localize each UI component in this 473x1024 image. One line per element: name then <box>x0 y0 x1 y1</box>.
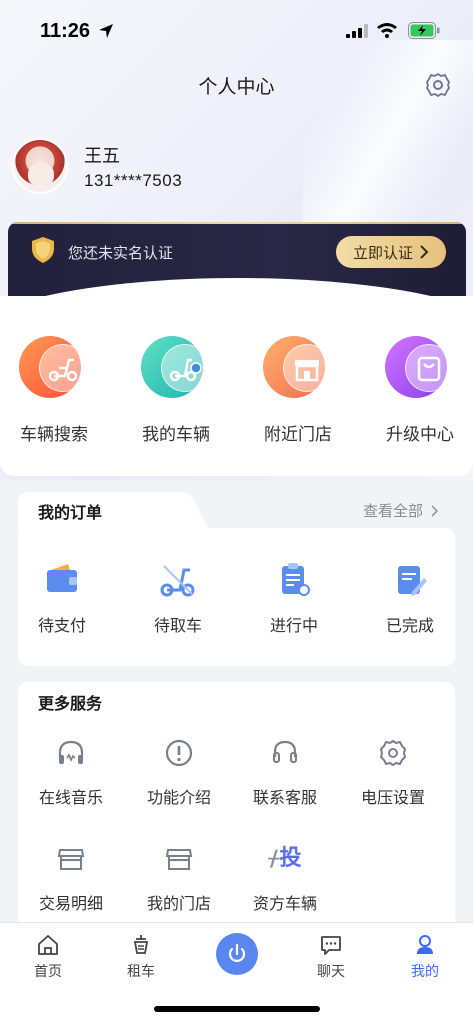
gear-icon <box>380 740 406 766</box>
tab-rent[interactable]: 租车 <box>101 933 181 981</box>
location-arrow-icon <box>99 24 113 38</box>
home-icon <box>38 935 58 955</box>
tab-home[interactable]: 首页 <box>8 933 88 981</box>
quick-action-upgrade-center[interactable]: 升级中心 <box>370 336 470 445</box>
page-title: 个人中心 <box>198 76 275 98</box>
tab-profile[interactable]: 我的 <box>385 933 465 981</box>
service-label: 电压设置 <box>360 788 425 807</box>
order-pending-payment[interactable]: 待支付 <box>12 560 112 636</box>
chat-icon <box>321 936 341 955</box>
my-store-icon <box>165 849 193 870</box>
user-name: 王五 <box>84 146 120 167</box>
status-time: 11:26 <box>40 20 91 42</box>
upgrade-bag-icon <box>417 356 441 382</box>
home-indicator <box>154 1006 320 1012</box>
service-my-store[interactable]: 我的门店 <box>124 844 234 914</box>
chevron-right-icon <box>420 245 429 259</box>
service-investor-vehicles[interactable]: ᚋ投 资方车辆 <box>230 844 340 914</box>
user-phone: 131****7503 <box>84 171 183 190</box>
tab-label: 聊天 <box>317 964 345 980</box>
wifi-icon <box>377 23 397 38</box>
service-customer-support[interactable]: 联系客服 <box>230 738 340 808</box>
services-title: 更多服务 <box>38 694 103 713</box>
orders-view-all-link[interactable]: 查看全部 <box>363 500 439 521</box>
shield-icon <box>32 237 54 263</box>
service-label: 功能介绍 <box>146 788 211 807</box>
transaction-store-icon <box>57 849 85 870</box>
quick-action-label: 升级中心 <box>386 425 454 445</box>
quick-action-label: 附近门店 <box>264 425 332 445</box>
cellular-signal-icon <box>346 24 368 38</box>
service-label: 我的门店 <box>146 894 211 913</box>
service-label: 联系客服 <box>252 788 317 807</box>
headphones-icon <box>58 740 84 764</box>
service-label: 交易明细 <box>38 894 103 913</box>
quick-action-my-vehicle[interactable]: 我的车辆 <box>126 336 226 445</box>
quick-actions-panel: 车辆搜索 我的车辆 附近门店 升级中心 <box>0 296 473 476</box>
investor-vehicle-icon: ᚋ投 <box>268 846 302 871</box>
verify-now-button[interactable]: 立即认证 <box>336 236 446 268</box>
tab-label: 租车 <box>127 964 155 980</box>
tab-chat[interactable]: 聊天 <box>291 933 371 981</box>
power-button[interactable] <box>216 933 258 975</box>
scooter-search-icon <box>48 358 78 382</box>
service-transaction-details[interactable]: 交易明细 <box>16 844 126 914</box>
verify-message: 您还未实名认证 <box>68 244 174 262</box>
verify-button-label: 立即认证 <box>352 243 413 262</box>
investor-glyph: 投 <box>279 846 302 871</box>
my-scooter-icon <box>169 358 202 382</box>
tab-label: 首页 <box>34 964 62 980</box>
store-icon <box>295 360 319 382</box>
quick-action-vehicle-search[interactable]: 车辆搜索 <box>4 336 104 445</box>
chevron-right-icon <box>431 504 439 517</box>
power-icon <box>228 943 246 962</box>
info-icon <box>165 739 193 767</box>
rent-icon <box>133 935 149 954</box>
profile-icon <box>417 935 433 954</box>
document-done-icon <box>398 566 427 596</box>
service-label: 资方车辆 <box>252 894 317 913</box>
settings-gear-icon[interactable] <box>425 72 451 98</box>
scooter-pickup-icon <box>160 565 195 597</box>
clipboard-progress-icon <box>282 563 310 596</box>
order-label: 已完成 <box>385 616 434 635</box>
battery-charging-icon <box>408 22 440 39</box>
support-headset-icon <box>273 740 297 763</box>
order-label: 进行中 <box>269 616 318 635</box>
orders-title: 我的订单 <box>38 503 103 522</box>
status-bar: 11:26 <box>0 0 473 60</box>
avatar[interactable] <box>12 138 68 194</box>
order-completed[interactable]: 已完成 <box>360 560 460 636</box>
order-pending-pickup[interactable]: 待取车 <box>128 560 228 636</box>
wallet-icon <box>47 564 77 592</box>
order-label: 待取车 <box>153 616 202 635</box>
quick-action-label: 车辆搜索 <box>20 425 88 445</box>
quick-action-nearby-store[interactable]: 附近门店 <box>248 336 348 445</box>
tab-label: 我的 <box>411 964 439 980</box>
service-voltage-settings[interactable]: 电压设置 <box>338 738 448 808</box>
order-label: 待支付 <box>37 616 86 635</box>
order-in-progress[interactable]: 进行中 <box>244 560 344 636</box>
service-online-music[interactable]: 在线音乐 <box>16 738 126 808</box>
service-label: 在线音乐 <box>38 788 103 807</box>
service-feature-intro[interactable]: 功能介绍 <box>124 738 234 808</box>
verify-banner[interactable]: 您还未实名认证 立即认证 <box>8 222 466 302</box>
view-all-label: 查看全部 <box>362 502 423 520</box>
quick-action-label: 我的车辆 <box>142 425 210 445</box>
